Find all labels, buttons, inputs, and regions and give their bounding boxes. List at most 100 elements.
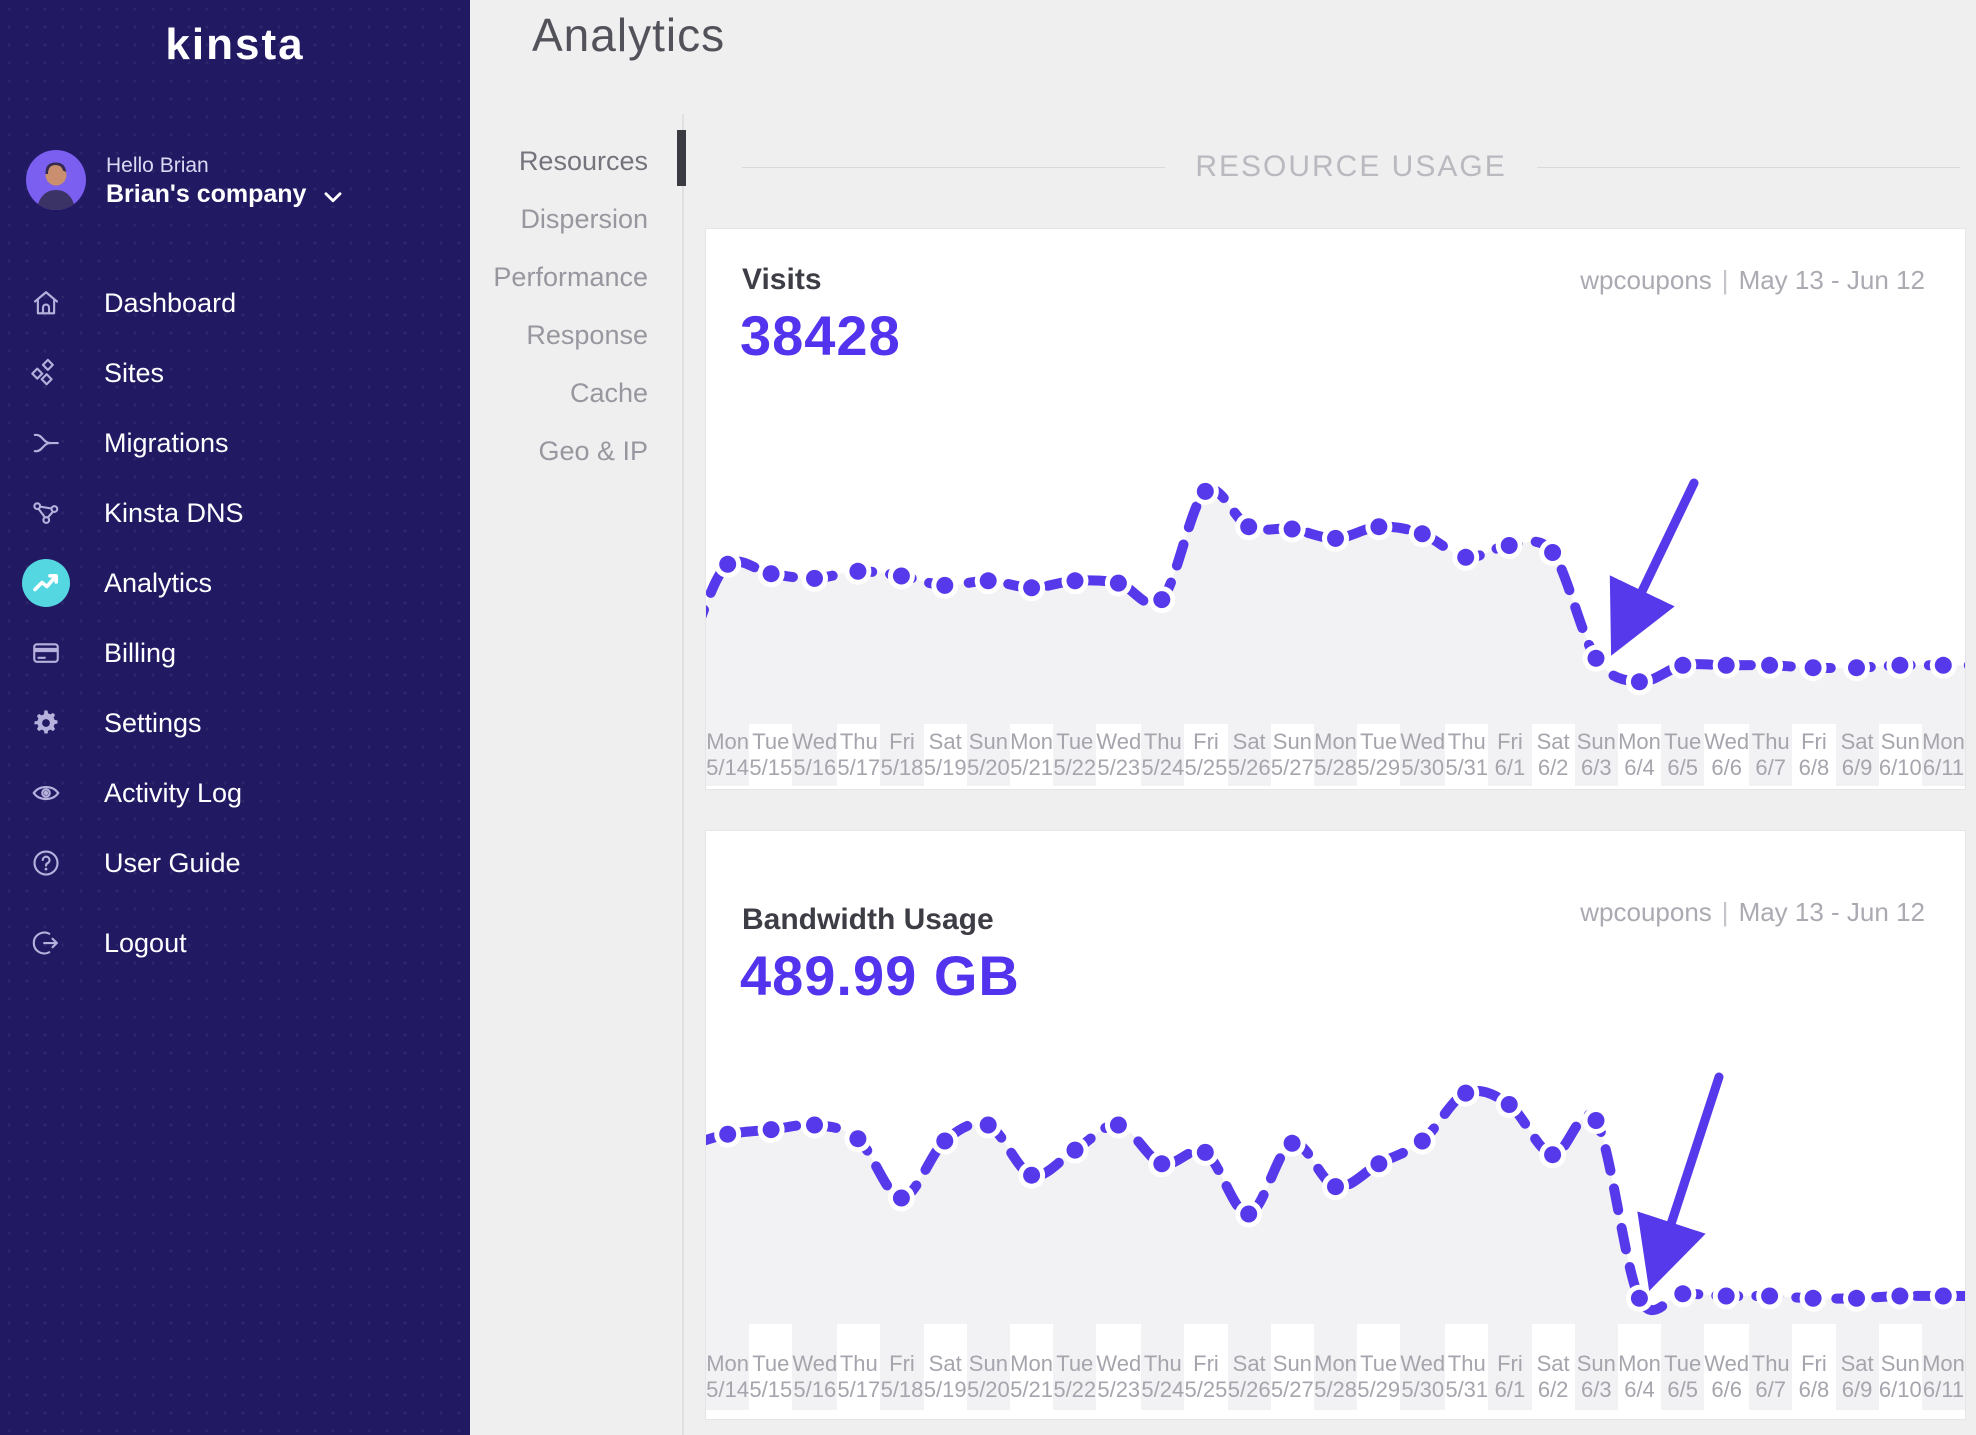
- x-tick-day: Tue: [1056, 1351, 1094, 1376]
- x-tick-date: 6/10: [1878, 755, 1922, 780]
- x-tick-5-29: Tue 5/29: [1357, 1324, 1401, 1410]
- x-tick-5-26: Sat 5/26: [1228, 1324, 1271, 1410]
- x-tick-day: Mon: [1010, 729, 1053, 754]
- x-tick-day: Fri: [1497, 1351, 1523, 1376]
- sidebar-item-analytics[interactable]: Analytics: [0, 548, 470, 618]
- section-rule-right: [1536, 166, 1961, 168]
- analytics-subnav: Resources Dispersion Performance Response Ca…: [470, 136, 648, 484]
- x-tick-6-11: Mon 6/11: [1922, 1324, 1965, 1410]
- activity-log-icon: [22, 769, 70, 817]
- subnav-item-cache[interactable]: Cache: [470, 368, 648, 426]
- active-tab-indicator: [677, 130, 686, 186]
- x-tick-6-3: Sun 6/3: [1575, 724, 1618, 786]
- sidebar-item-activity-log[interactable]: Activity Log: [0, 758, 470, 828]
- kinsta-logo: kinsta: [165, 20, 305, 69]
- x-tick-day: Mon: [1618, 729, 1661, 754]
- analytics-icon: [22, 559, 70, 607]
- x-tick-date: 6/7: [1755, 1377, 1787, 1402]
- x-tick-day: Sun: [1880, 1351, 1920, 1376]
- x-tick-5-31: Thu 5/31: [1445, 1324, 1489, 1410]
- x-tick-date: 5/31: [1445, 755, 1489, 780]
- x-tick-date: 5/28: [1314, 755, 1357, 780]
- x-tick-date: 6/2: [1537, 755, 1569, 780]
- x-tick-date: 5/15: [749, 755, 793, 780]
- x-tick-day: Sun: [1576, 729, 1616, 754]
- x-tick-date: 5/19: [923, 1377, 967, 1402]
- x-tick-date: 5/18: [880, 1377, 924, 1402]
- date-range: May 13 - Jun 12: [1738, 265, 1925, 295]
- sidebar-item-dashboard[interactable]: Dashboard: [0, 268, 470, 338]
- x-tick-date: 5/20: [966, 1377, 1010, 1402]
- x-tick-6-4: Mon 6/4: [1617, 1324, 1662, 1410]
- x-tick-date: 5/29: [1357, 1377, 1401, 1402]
- sidebar-item-settings[interactable]: Settings: [0, 688, 470, 758]
- bandwidth-total-value: 489.99 GB: [740, 944, 1020, 1007]
- x-tick-day: Mon: [1618, 1351, 1661, 1376]
- x-tick-5-24: Thu 5/24: [1141, 1324, 1184, 1410]
- x-tick-date: 5/29: [1357, 755, 1401, 780]
- bandwidth-line-chart: [706, 1069, 1965, 1324]
- subnav-item-response[interactable]: Response: [470, 310, 648, 368]
- x-tick-6-4: Mon 6/4: [1617, 724, 1662, 786]
- x-tick-5-19: Sat 5/19: [923, 724, 967, 786]
- x-tick-date: 5/26: [1227, 1377, 1271, 1402]
- x-tick-date: 5/25: [1184, 1377, 1228, 1402]
- x-tick-5-19: Sat 5/19: [923, 1324, 967, 1410]
- home-icon: [22, 279, 70, 327]
- x-tick-day: Mon: [1922, 1351, 1965, 1376]
- x-tick-date: 5/18: [880, 755, 924, 780]
- x-tick-day: Sat: [1536, 729, 1570, 754]
- migrations-icon: [22, 419, 70, 467]
- x-tick-date: 5/19: [923, 755, 967, 780]
- x-tick-day: Sat: [928, 1351, 962, 1376]
- x-tick-day: Mon: [1010, 1351, 1053, 1376]
- sidebar-item-sites[interactable]: Sites: [0, 338, 470, 408]
- dns-icon: [22, 489, 70, 537]
- x-tick-5-29: Tue 5/29: [1357, 724, 1401, 786]
- x-tick-5-14: Mon 5/14: [706, 1324, 749, 1410]
- section-title: RESOURCE USAGE: [1195, 150, 1507, 183]
- sidebar-item-migrations[interactable]: Migrations: [0, 408, 470, 478]
- chevron-down-icon[interactable]: [320, 184, 346, 210]
- x-tick-date: 5/25: [1184, 755, 1228, 780]
- x-tick-date: 5/30: [1401, 1377, 1445, 1402]
- x-tick-day: Thu: [1143, 729, 1182, 754]
- x-tick-5-15: Tue 5/15: [749, 1324, 793, 1410]
- sidebar-item-user-guide[interactable]: User Guide: [0, 828, 470, 898]
- subnav-item-performance[interactable]: Performance: [470, 252, 648, 310]
- sidebar-item-billing[interactable]: Billing: [0, 618, 470, 688]
- x-tick-date: 6/5: [1667, 755, 1698, 780]
- sidebar-item-logout[interactable]: Logout: [0, 908, 470, 978]
- sidebar-item-label: Sites: [104, 357, 165, 388]
- x-tick-6-9: Sat 6/9: [1836, 1324, 1879, 1410]
- visits-total-value: 38428: [740, 304, 901, 367]
- x-tick-5-20: Sun 5/20: [967, 1324, 1010, 1410]
- sidebar-item-label: Kinsta DNS: [104, 497, 244, 528]
- x-tick-date: 6/1: [1494, 1377, 1526, 1402]
- meta-separator: |: [1721, 265, 1729, 295]
- x-tick-5-17: Thu 5/17: [837, 1324, 881, 1410]
- user-guide-icon: [22, 839, 70, 887]
- section-rule-left: [742, 166, 1166, 168]
- x-tick-day: Fri: [889, 1351, 915, 1376]
- sidebar-item-label: User Guide: [104, 847, 241, 878]
- x-tick-5-21: Mon 5/21: [1009, 1324, 1054, 1410]
- main-content: Analytics Resources Dispersion Performance…: [470, 0, 1976, 1435]
- x-tick-date: 6/11: [1922, 755, 1965, 780]
- x-tick-5-18: Fri 5/18: [880, 724, 924, 786]
- x-tick-date: 5/21: [1010, 755, 1053, 780]
- x-tick-5-27: Sun 5/27: [1270, 1324, 1314, 1410]
- x-tick-5-16: Wed 5/16: [792, 724, 837, 786]
- x-tick-day: Sun: [1576, 1351, 1616, 1376]
- x-tick-5-26: Sat 5/26: [1228, 724, 1271, 786]
- sidebar-item-kinsta-dns[interactable]: Kinsta DNS: [0, 478, 470, 548]
- x-tick-date: 6/2: [1537, 1377, 1569, 1402]
- x-tick-date: 6/5: [1667, 1377, 1698, 1402]
- user-block: Hello Brian Brian's company: [26, 150, 446, 216]
- subnav-item-dispersion[interactable]: Dispersion: [470, 194, 648, 252]
- x-tick-date: 5/17: [837, 1377, 881, 1402]
- subnav-item-resources[interactable]: Resources: [470, 136, 648, 194]
- x-tick-date: 6/9: [1841, 1377, 1873, 1402]
- subnav-item-geo-ip[interactable]: Geo & IP: [470, 426, 648, 484]
- company-selector[interactable]: Brian's company: [106, 180, 306, 209]
